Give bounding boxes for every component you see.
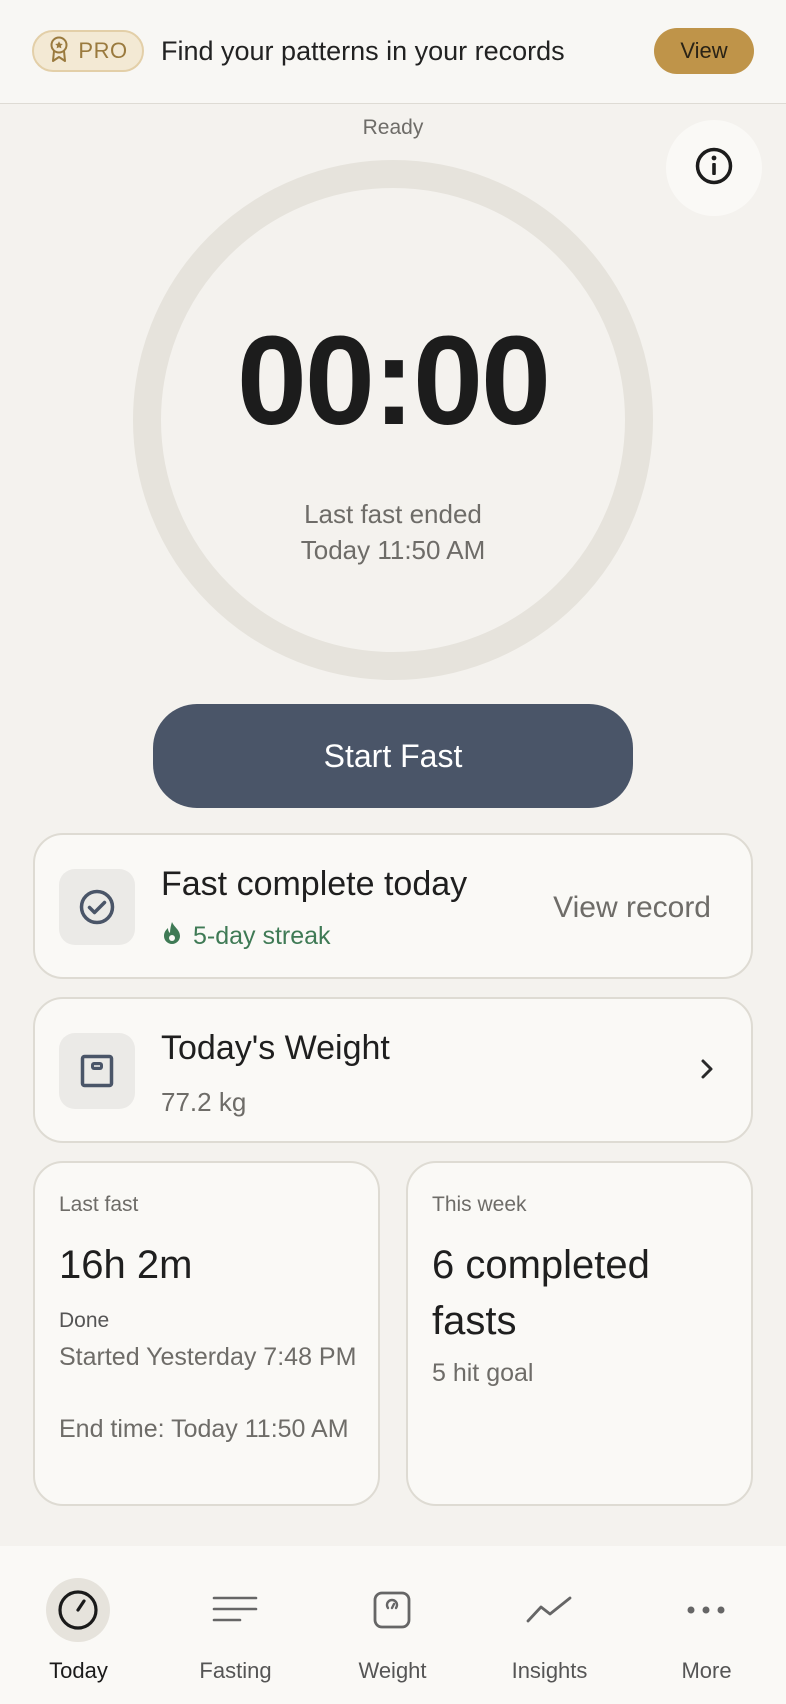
scale-icon: [59, 1033, 135, 1109]
app-root: PRO Find your patterns in your records V…: [0, 0, 786, 1704]
this-week-goal: 5 hit goal: [432, 1359, 534, 1387]
bottom-nav: Today Fasting Weight Insights More: [0, 1546, 786, 1704]
start-fast-button[interactable]: Start Fast: [153, 704, 633, 808]
pro-badge-label: PRO: [78, 38, 128, 63]
pro-promo-banner[interactable]: PRO Find your patterns in your records V…: [0, 0, 786, 104]
last-fast-ended: Last fast ended Today 11:50 AM: [0, 496, 786, 568]
nav-label-fasting: Fasting: [199, 1658, 272, 1683]
this-week-card[interactable]: This week 6 completed fasts 5 hit goal: [406, 1161, 753, 1506]
pro-badge: PRO: [32, 30, 144, 72]
scale-icon: [360, 1578, 424, 1642]
last-fast-ended-time: Today 11:50 AM: [300, 535, 486, 565]
promo-view-button[interactable]: View: [654, 28, 754, 74]
clock-icon: [46, 1578, 110, 1642]
weight-title: Today's Weight: [161, 1029, 390, 1067]
timer-status: Ready: [362, 116, 424, 139]
nav-label-weight: Weight: [358, 1658, 427, 1683]
fast-complete-card[interactable]: Fast complete today 5-day streak View re…: [33, 833, 753, 979]
streak-indicator: 5-day streak: [161, 921, 331, 952]
last-fast-card[interactable]: Last fast 16h 2m Done Started Yesterday …: [33, 1161, 380, 1506]
nav-item-insights[interactable]: Insights: [471, 1546, 628, 1704]
streak-text: 5-day streak: [193, 922, 331, 950]
nav-item-today[interactable]: Today: [0, 1546, 157, 1704]
last-fast-status: Done: [59, 1309, 110, 1332]
this-week-summary: 6 completed fasts: [432, 1243, 650, 1343]
promo-text: Find your patterns in your records: [161, 36, 565, 66]
fast-complete-title: Fast complete today: [161, 865, 468, 903]
view-record-link[interactable]: View record: [553, 891, 711, 925]
todays-weight-card[interactable]: Today's Weight 77.2 kg: [33, 997, 753, 1143]
nav-item-fasting[interactable]: Fasting: [157, 1546, 314, 1704]
check-circle-icon: [59, 869, 135, 945]
nav-label-insights: Insights: [511, 1658, 588, 1683]
info-button[interactable]: [666, 120, 762, 216]
last-fast-ended-label: Last fast ended: [304, 499, 482, 529]
lines-icon: [203, 1578, 267, 1642]
timer-display: 00:00: [236, 310, 551, 451]
flame-icon: [161, 921, 183, 952]
nav-item-weight[interactable]: Weight: [314, 1546, 471, 1704]
nav-item-more[interactable]: More: [628, 1546, 785, 1704]
nav-label-today: Today: [49, 1658, 108, 1683]
last-fast-started: Started Yesterday 7:48 PM: [59, 1343, 357, 1371]
weight-value: 77.2 kg: [161, 1087, 247, 1117]
more-icon: [674, 1578, 738, 1642]
last-fast-ended: End time: Today 11:50 AM: [59, 1415, 349, 1443]
trend-icon: [517, 1578, 581, 1642]
last-fast-label: Last fast: [59, 1193, 139, 1216]
award-icon: [48, 36, 70, 67]
this-week-label: This week: [432, 1193, 527, 1216]
last-fast-duration: 16h 2m: [59, 1243, 193, 1287]
chevron-right-icon: [697, 1057, 717, 1086]
nav-label-more: More: [681, 1658, 732, 1683]
info-icon: [694, 146, 734, 191]
